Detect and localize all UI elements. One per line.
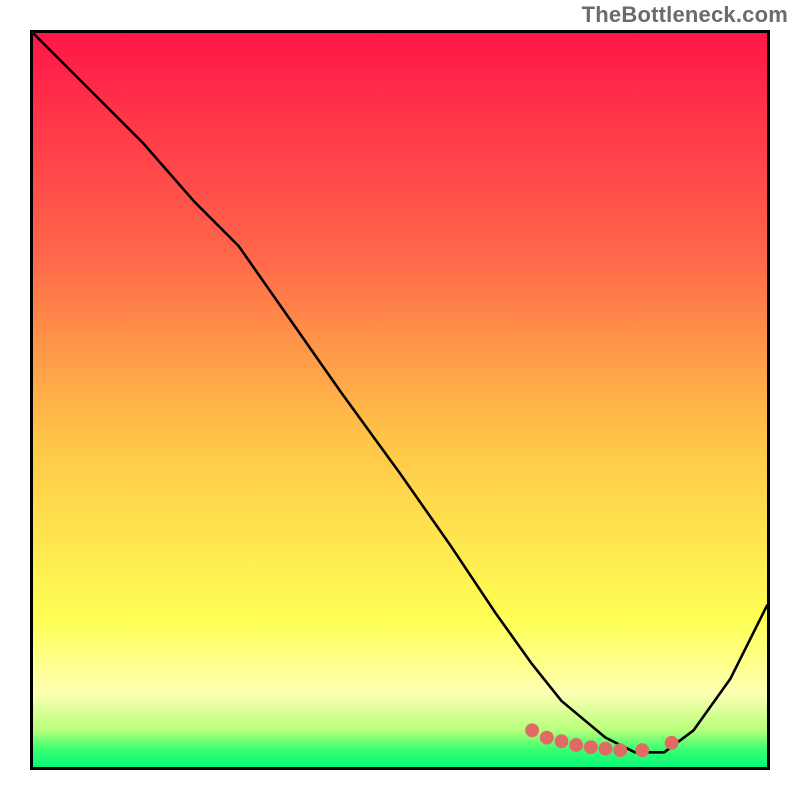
- marker-dot: [555, 734, 569, 748]
- marker-dot: [599, 742, 613, 756]
- marker-dot: [665, 736, 679, 750]
- marker-dot: [525, 723, 539, 737]
- chart-container: { "watermark": "TheBottleneck.com", "plo…: [0, 0, 800, 800]
- marker-dot: [613, 743, 627, 757]
- curve-layer: [33, 33, 767, 767]
- marker-dot: [584, 740, 598, 754]
- marker-dot: [569, 738, 583, 752]
- plot-area: [30, 30, 770, 770]
- main-curve: [33, 33, 767, 752]
- marker-dot: [540, 731, 554, 745]
- marker-dot: [635, 743, 649, 757]
- watermark-text: TheBottleneck.com: [582, 2, 788, 28]
